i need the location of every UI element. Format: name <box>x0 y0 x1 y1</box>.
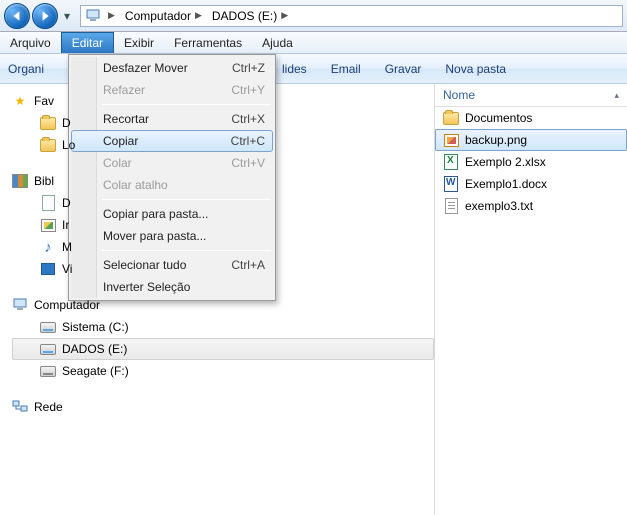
folder-icon <box>40 115 56 131</box>
tree-favorite-item[interactable]: D <box>12 112 434 134</box>
tree-drive-item[interactable]: Seagate (F:) <box>12 360 434 382</box>
tree-favorites[interactable]: ★ Fav <box>12 90 434 112</box>
monitor-svg <box>85 8 101 24</box>
music-icon: ♪ <box>40 239 56 255</box>
drive-icon <box>40 319 56 335</box>
tree-libraries-label: Bibl <box>34 174 54 188</box>
file-name: exemplo3.txt <box>465 199 533 213</box>
doc-icon <box>40 195 56 211</box>
txt-icon <box>443 198 459 214</box>
file-row[interactable]: Exemplo1.docx <box>435 173 627 195</box>
chevron-right-icon: ▶ <box>281 10 288 21</box>
menu-editar[interactable]: Editar <box>61 32 114 53</box>
tree-item-label: Sistema (C:) <box>62 320 129 334</box>
drive-icon <box>40 363 56 379</box>
menu-item-desfazer-mover[interactable]: Desfazer Mover Ctrl+Z <box>71 57 273 79</box>
breadcrumb-dados-label: DADOS (E:) <box>212 9 277 23</box>
toolbar-gravar[interactable]: Gravar <box>385 62 422 76</box>
file-list-pane: Nome ▴ Documentos backup.png Exemplo 2.xls… <box>435 84 627 515</box>
menu-ferramentas[interactable]: Ferramentas <box>164 32 252 53</box>
toolbar-nova-pasta[interactable]: Nova pasta <box>445 62 506 76</box>
breadcrumb-computer-label: Computador <box>125 9 191 23</box>
folder-icon <box>40 137 56 153</box>
file-row[interactable]: backup.png <box>435 129 627 151</box>
sort-indicator-icon: ▴ <box>614 90 619 101</box>
breadcrumb-dados[interactable]: DADOS (E:) ▶ <box>209 9 291 23</box>
tree-item-label: Lo <box>62 138 75 152</box>
file-name: backup.png <box>465 133 527 147</box>
folder-icon <box>443 110 459 126</box>
vid-icon <box>40 261 56 277</box>
nav-tree-pane: ★ Fav DLo Bibl DIr♪MVi Computador Sistem… <box>0 84 435 515</box>
libraries-icon <box>12 173 28 189</box>
file-name: Exemplo1.docx <box>465 177 547 191</box>
computer-icon <box>85 8 101 24</box>
toolbar-organize[interactable]: Organiz <box>8 62 44 76</box>
xlsx-icon <box>443 154 459 170</box>
tree-libraries[interactable]: Bibl <box>12 170 434 192</box>
network-icon <box>12 399 28 415</box>
tree-item-label: D <box>62 196 71 210</box>
tree-item-label: Vi <box>62 262 72 276</box>
menu-bar: Arquivo Editar Exibir Ferramentas Ajuda <box>0 32 627 54</box>
tree-item-label: DADOS (E:) <box>62 342 127 356</box>
drive-icon <box>40 341 56 357</box>
tree-item-label: Ir <box>62 218 69 232</box>
menu-item-shortcut: Ctrl+Z <box>232 61 265 75</box>
file-name: Documentos <box>465 111 532 125</box>
breadcrumb-computer[interactable]: Computador ▶ <box>122 9 205 23</box>
tree-computer-label: Computador <box>34 298 100 312</box>
tree-drive-item[interactable]: DADOS (E:) <box>12 338 434 360</box>
chevron-right-icon: ▶ <box>195 10 202 21</box>
tree-computer[interactable]: Computador <box>12 294 434 316</box>
computer-icon <box>12 297 28 313</box>
column-header-nome[interactable]: Nome ▴ <box>435 84 627 107</box>
back-button[interactable] <box>4 3 30 29</box>
png-icon <box>443 132 459 148</box>
img-icon <box>40 217 56 233</box>
docx-icon <box>443 176 459 192</box>
arrow-left-icon <box>11 10 23 22</box>
menu-arquivo[interactable]: Arquivo <box>0 32 61 53</box>
file-name: Exemplo 2.xlsx <box>465 155 546 169</box>
tree-library-item[interactable]: D <box>12 192 434 214</box>
star-icon: ★ <box>12 93 28 109</box>
tree-network[interactable]: Rede <box>12 396 434 418</box>
main-split: ★ Fav DLo Bibl DIr♪MVi Computador Sistem… <box>0 84 627 515</box>
menu-exibir[interactable]: Exibir <box>114 32 164 53</box>
tree-network-label: Rede <box>34 400 63 414</box>
tree-library-item[interactable]: Vi <box>12 258 434 280</box>
toolbar-email[interactable]: Email <box>331 62 361 76</box>
nav-history-dropdown[interactable]: ▾ <box>60 3 74 29</box>
toolbar-slides[interactable]: lides <box>282 62 307 76</box>
file-row[interactable]: Exemplo 2.xlsx <box>435 151 627 173</box>
tree-favorite-item[interactable]: Lo <box>12 134 434 156</box>
address-bar[interactable]: ▶ Computador ▶ DADOS (E:) ▶ <box>80 5 623 27</box>
menu-item-label: Desfazer Mover <box>103 61 188 75</box>
tree-item-label: D <box>62 116 71 130</box>
forward-button[interactable] <box>32 3 58 29</box>
menu-ajuda[interactable]: Ajuda <box>252 32 303 53</box>
file-row[interactable]: Documentos <box>435 107 627 129</box>
tree-library-item[interactable]: ♪M <box>12 236 434 258</box>
tree-drive-item[interactable]: Sistema (C:) <box>12 316 434 338</box>
file-row[interactable]: exemplo3.txt <box>435 195 627 217</box>
tree-item-label: Seagate (F:) <box>62 364 129 378</box>
tree-item-label: M <box>62 240 72 254</box>
column-header-label: Nome <box>443 88 475 102</box>
tree-favorites-label: Fav <box>34 94 54 108</box>
tree-library-item[interactable]: Ir <box>12 214 434 236</box>
breadcrumb-root[interactable]: ▶ <box>105 10 118 21</box>
arrow-right-icon <box>39 10 51 22</box>
nav-bar: ▾ ▶ Computador ▶ DADOS (E:) ▶ <box>0 0 627 32</box>
